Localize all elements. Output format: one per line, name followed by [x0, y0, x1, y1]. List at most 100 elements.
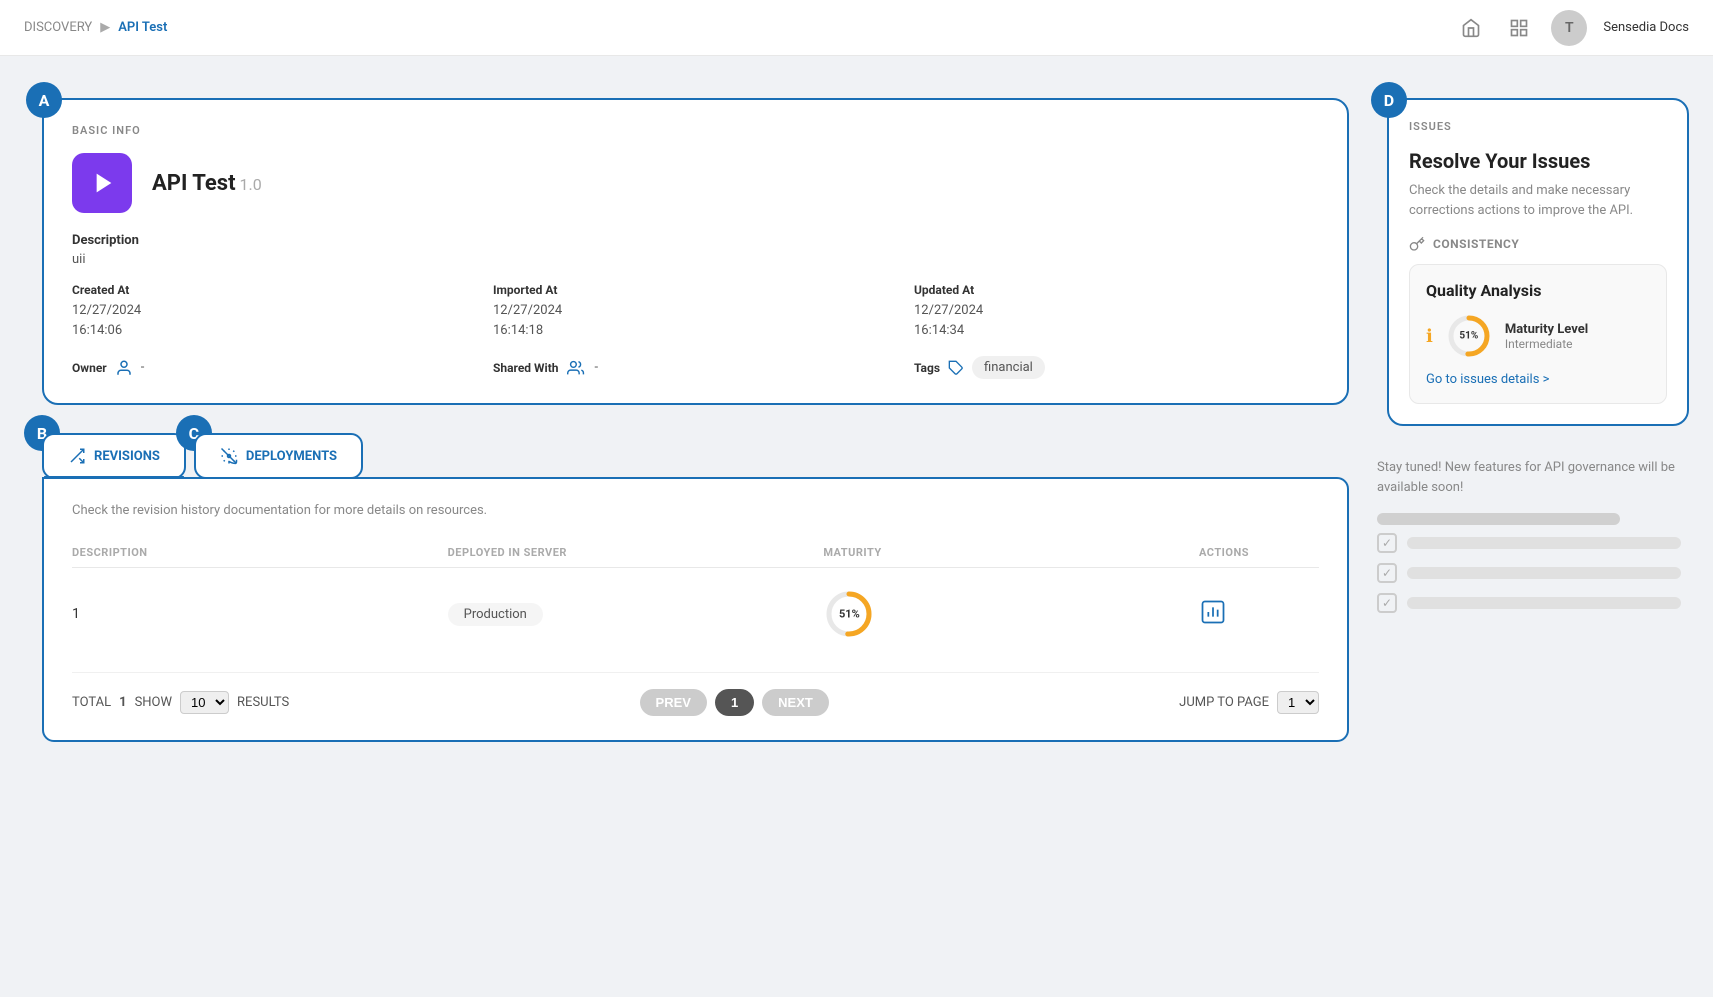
docs-link[interactable]: Sensedia Docs: [1603, 20, 1689, 35]
prev-button[interactable]: PREV: [640, 689, 707, 716]
breadcrumb: DISCOVERY ▶ API Test: [24, 20, 167, 35]
tags-label: Tags: [914, 361, 940, 375]
home-icon[interactable]: [1455, 12, 1487, 44]
qa-body: ℹ 51% Maturity Level Intermediate: [1426, 312, 1650, 360]
basic-info-label: BASIC INFO: [72, 124, 1319, 137]
tab-description: Check the revision history documentation…: [72, 503, 1319, 518]
check-bar-3: [1407, 597, 1681, 609]
show-select[interactable]: 10 20 50: [180, 691, 229, 714]
pagination-info: TOTAL 1 SHOW 10 20 50 RESULTS: [72, 691, 289, 714]
description-value: uii: [72, 252, 1319, 267]
updated-at-time: 16:14:34: [914, 321, 1319, 341]
main-content: A BASIC INFO API Test 1.0 Description ui…: [0, 56, 1713, 742]
row-deployed: Production: [448, 603, 824, 626]
consistency-icon: [1409, 236, 1425, 252]
revisions-tab-wrapper: B REVISIONS: [42, 433, 186, 479]
maturity-level-label: Maturity Level: [1505, 322, 1588, 337]
breadcrumb-parent: DISCOVERY: [24, 20, 92, 35]
report-icon[interactable]: [1199, 598, 1227, 626]
check-bar-2: [1407, 567, 1681, 579]
tags-section: Tags financial: [914, 356, 1319, 379]
tag-financial: financial: [972, 356, 1045, 379]
api-version: 1.0: [240, 175, 262, 194]
results-label: RESULTS: [237, 695, 289, 710]
owner-icon: [115, 359, 133, 377]
deployments-tab[interactable]: DEPLOYMENTS: [194, 433, 363, 479]
owner-label: Owner: [72, 361, 107, 375]
api-logo: [72, 153, 132, 213]
jump-label: JUMP TO PAGE: [1179, 695, 1269, 710]
api-title-area: API Test 1.0: [152, 171, 262, 196]
total-label: TOTAL: [72, 695, 111, 710]
placeholder-check-2: ✓: [1377, 563, 1681, 583]
top-navigation: DISCOVERY ▶ API Test T Sensedia Docs: [0, 0, 1713, 56]
quality-analysis-box: Quality Analysis ℹ 51% Maturity Level In…: [1409, 264, 1667, 404]
table-row: 1 Production 51%: [72, 576, 1319, 652]
qa-pct-label: 51%: [1459, 331, 1478, 342]
issues-label: ISSUES: [1409, 120, 1667, 133]
badge-a: A: [26, 82, 62, 118]
created-at-date: 12/27/2024: [72, 301, 477, 321]
consistency-label: CONSISTENCY: [1409, 236, 1667, 252]
created-at-section: Created At 12/27/2024 16:14:06: [72, 283, 477, 340]
check-icon-2: ✓: [1377, 563, 1397, 583]
total-value: 1: [119, 695, 126, 710]
placeholder-check-3: ✓: [1377, 593, 1681, 613]
jump-select[interactable]: 1: [1277, 691, 1319, 714]
maturity-label: 51%: [839, 608, 860, 621]
page-1-button[interactable]: 1: [715, 689, 754, 716]
next-button[interactable]: NEXT: [762, 689, 829, 716]
shared-with-icon: [567, 359, 587, 377]
go-to-issues-link[interactable]: Go to issues details >: [1426, 372, 1650, 387]
qa-title: Quality Analysis: [1426, 281, 1650, 300]
basic-info-card: A BASIC INFO API Test 1.0 Description ui…: [42, 98, 1349, 405]
revisions-tab-label: REVISIONS: [94, 449, 160, 464]
check-icon-3: ✓: [1377, 593, 1397, 613]
consistency-text: CONSISTENCY: [1433, 237, 1519, 251]
grid-icon[interactable]: [1503, 12, 1535, 44]
row-actions: [1199, 598, 1319, 630]
avatar[interactable]: T: [1551, 10, 1587, 46]
imported-at-date: 12/27/2024: [493, 301, 898, 321]
pagination-row: TOTAL 1 SHOW 10 20 50 RESULTS PREV 1 N: [72, 672, 1319, 716]
deployments-icon: [220, 447, 238, 465]
col-maturity: MATURITY: [823, 546, 1199, 559]
tabs-row: B REVISIONS C: [24, 433, 1349, 479]
created-at-time: 16:14:06: [72, 321, 477, 341]
revisions-tab[interactable]: REVISIONS: [42, 433, 186, 479]
shared-with-label: Shared With: [493, 361, 559, 375]
api-info-header: API Test 1.0: [72, 153, 1319, 213]
stay-tuned-section: Stay tuned! New features for API governa…: [1369, 458, 1689, 613]
description-label: Description: [72, 233, 1319, 248]
show-label: SHOW: [135, 695, 172, 710]
maturity-donut: 51%: [823, 588, 875, 640]
issues-description: Check the details and make necessary cor…: [1409, 181, 1667, 220]
right-panel: D ISSUES Resolve Your Issues Check the d…: [1369, 80, 1689, 742]
maturity-info: Maturity Level Intermediate: [1505, 322, 1588, 351]
api-name: API Test: [152, 171, 236, 196]
pagination-controls: PREV 1 NEXT: [640, 689, 829, 716]
placeholder-bar-1: [1377, 513, 1620, 525]
check-bar-1: [1407, 537, 1681, 549]
qa-info-icon: ℹ: [1426, 326, 1433, 347]
tags-icon: [948, 360, 964, 376]
check-icon-1: ✓: [1377, 533, 1397, 553]
col-actions: ACTIONS: [1199, 546, 1319, 559]
updated-at-label: Updated At: [914, 283, 1319, 297]
breadcrumb-current: API Test: [118, 20, 167, 35]
col-deployed: DEPLOYED IN SERVER: [448, 546, 824, 559]
owner-section: Owner -: [72, 359, 477, 377]
nav-right: T Sensedia Docs: [1455, 10, 1689, 46]
meta-row: Owner - Shared With -: [72, 356, 1319, 379]
table-header: DESCRIPTION DEPLOYED IN SERVER MATURITY …: [72, 538, 1319, 568]
shared-with-value: -: [595, 360, 599, 375]
imported-at-label: Imported At: [493, 283, 898, 297]
production-badge: Production: [448, 603, 543, 626]
badge-d: D: [1371, 82, 1407, 118]
jump-to: JUMP TO PAGE 1: [1179, 691, 1319, 714]
qa-donut: 51%: [1445, 312, 1493, 360]
imported-at-time: 16:14:18: [493, 321, 898, 341]
issues-card: D ISSUES Resolve Your Issues Check the d…: [1387, 98, 1689, 426]
owner-value: -: [141, 360, 145, 375]
placeholder-check-1: ✓: [1377, 533, 1681, 553]
